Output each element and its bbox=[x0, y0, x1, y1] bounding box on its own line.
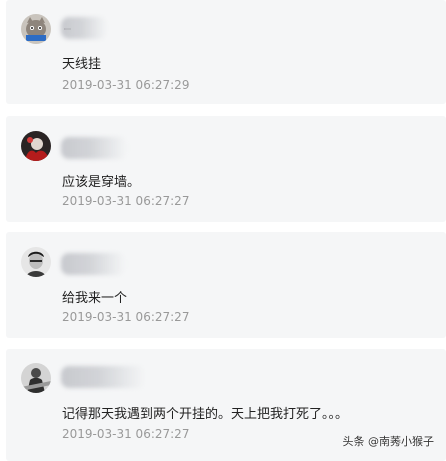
username-blurred[interactable] bbox=[61, 253, 125, 275]
username-blurred[interactable] bbox=[61, 366, 145, 388]
comment-card: 应该是穿墙。 2019-03-31 06:27:27 bbox=[6, 116, 446, 222]
comment-timestamp: 2019-03-31 06:27:27 bbox=[62, 310, 190, 324]
username-blurred[interactable] bbox=[61, 17, 107, 39]
red-dark-avatar[interactable] bbox=[21, 131, 51, 161]
cat-avatar[interactable] bbox=[21, 14, 51, 44]
comment-text: 应该是穿墙。 bbox=[62, 175, 141, 190]
comment-text: 给我来一个 bbox=[62, 291, 128, 306]
comment-text: 天线挂 bbox=[62, 57, 102, 72]
comment-timestamp: 2019-03-31 06:27:29 bbox=[62, 78, 190, 92]
comment-timestamp: 2019-03-31 06:27:27 bbox=[62, 427, 190, 441]
figure-avatar[interactable] bbox=[21, 363, 51, 393]
comment-card: 天线挂 2019-03-31 06:27:29 bbox=[6, 0, 446, 104]
username-blurred[interactable] bbox=[61, 137, 127, 159]
comment-card: 给我来一个 2019-03-31 06:27:27 bbox=[6, 232, 446, 338]
comment-text: 记得那天我遇到两个开挂的。天上把我打死了。。。 bbox=[62, 407, 349, 422]
comment-timestamp: 2019-03-31 06:27:27 bbox=[62, 194, 190, 208]
portrait-avatar[interactable] bbox=[21, 247, 51, 277]
watermark-label: 头条 @南莠小猴子 bbox=[342, 435, 435, 448]
